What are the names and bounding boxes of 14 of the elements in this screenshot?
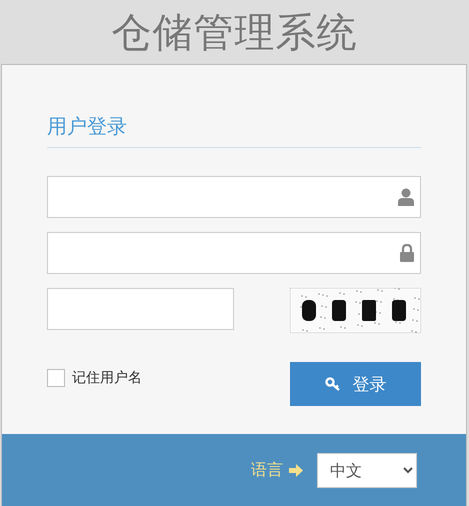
captcha-field[interactable] xyxy=(47,288,234,330)
key-icon xyxy=(324,377,340,391)
language-select[interactable]: 中文 xyxy=(317,452,417,488)
login-button[interactable]: 登录 xyxy=(290,362,421,406)
user-icon xyxy=(398,188,414,206)
lock-icon xyxy=(400,244,414,262)
login-heading: 用户登录 xyxy=(47,113,127,140)
remember-checkbox[interactable] xyxy=(47,369,65,387)
remember-label: 记住用户名 xyxy=(72,369,142,387)
username-field[interactable] xyxy=(47,176,421,218)
arrow-right-icon xyxy=(288,462,304,478)
app-title: 仓储管理系统 xyxy=(112,8,358,58)
language-label: 语言 xyxy=(251,460,283,480)
password-field[interactable] xyxy=(47,232,421,274)
